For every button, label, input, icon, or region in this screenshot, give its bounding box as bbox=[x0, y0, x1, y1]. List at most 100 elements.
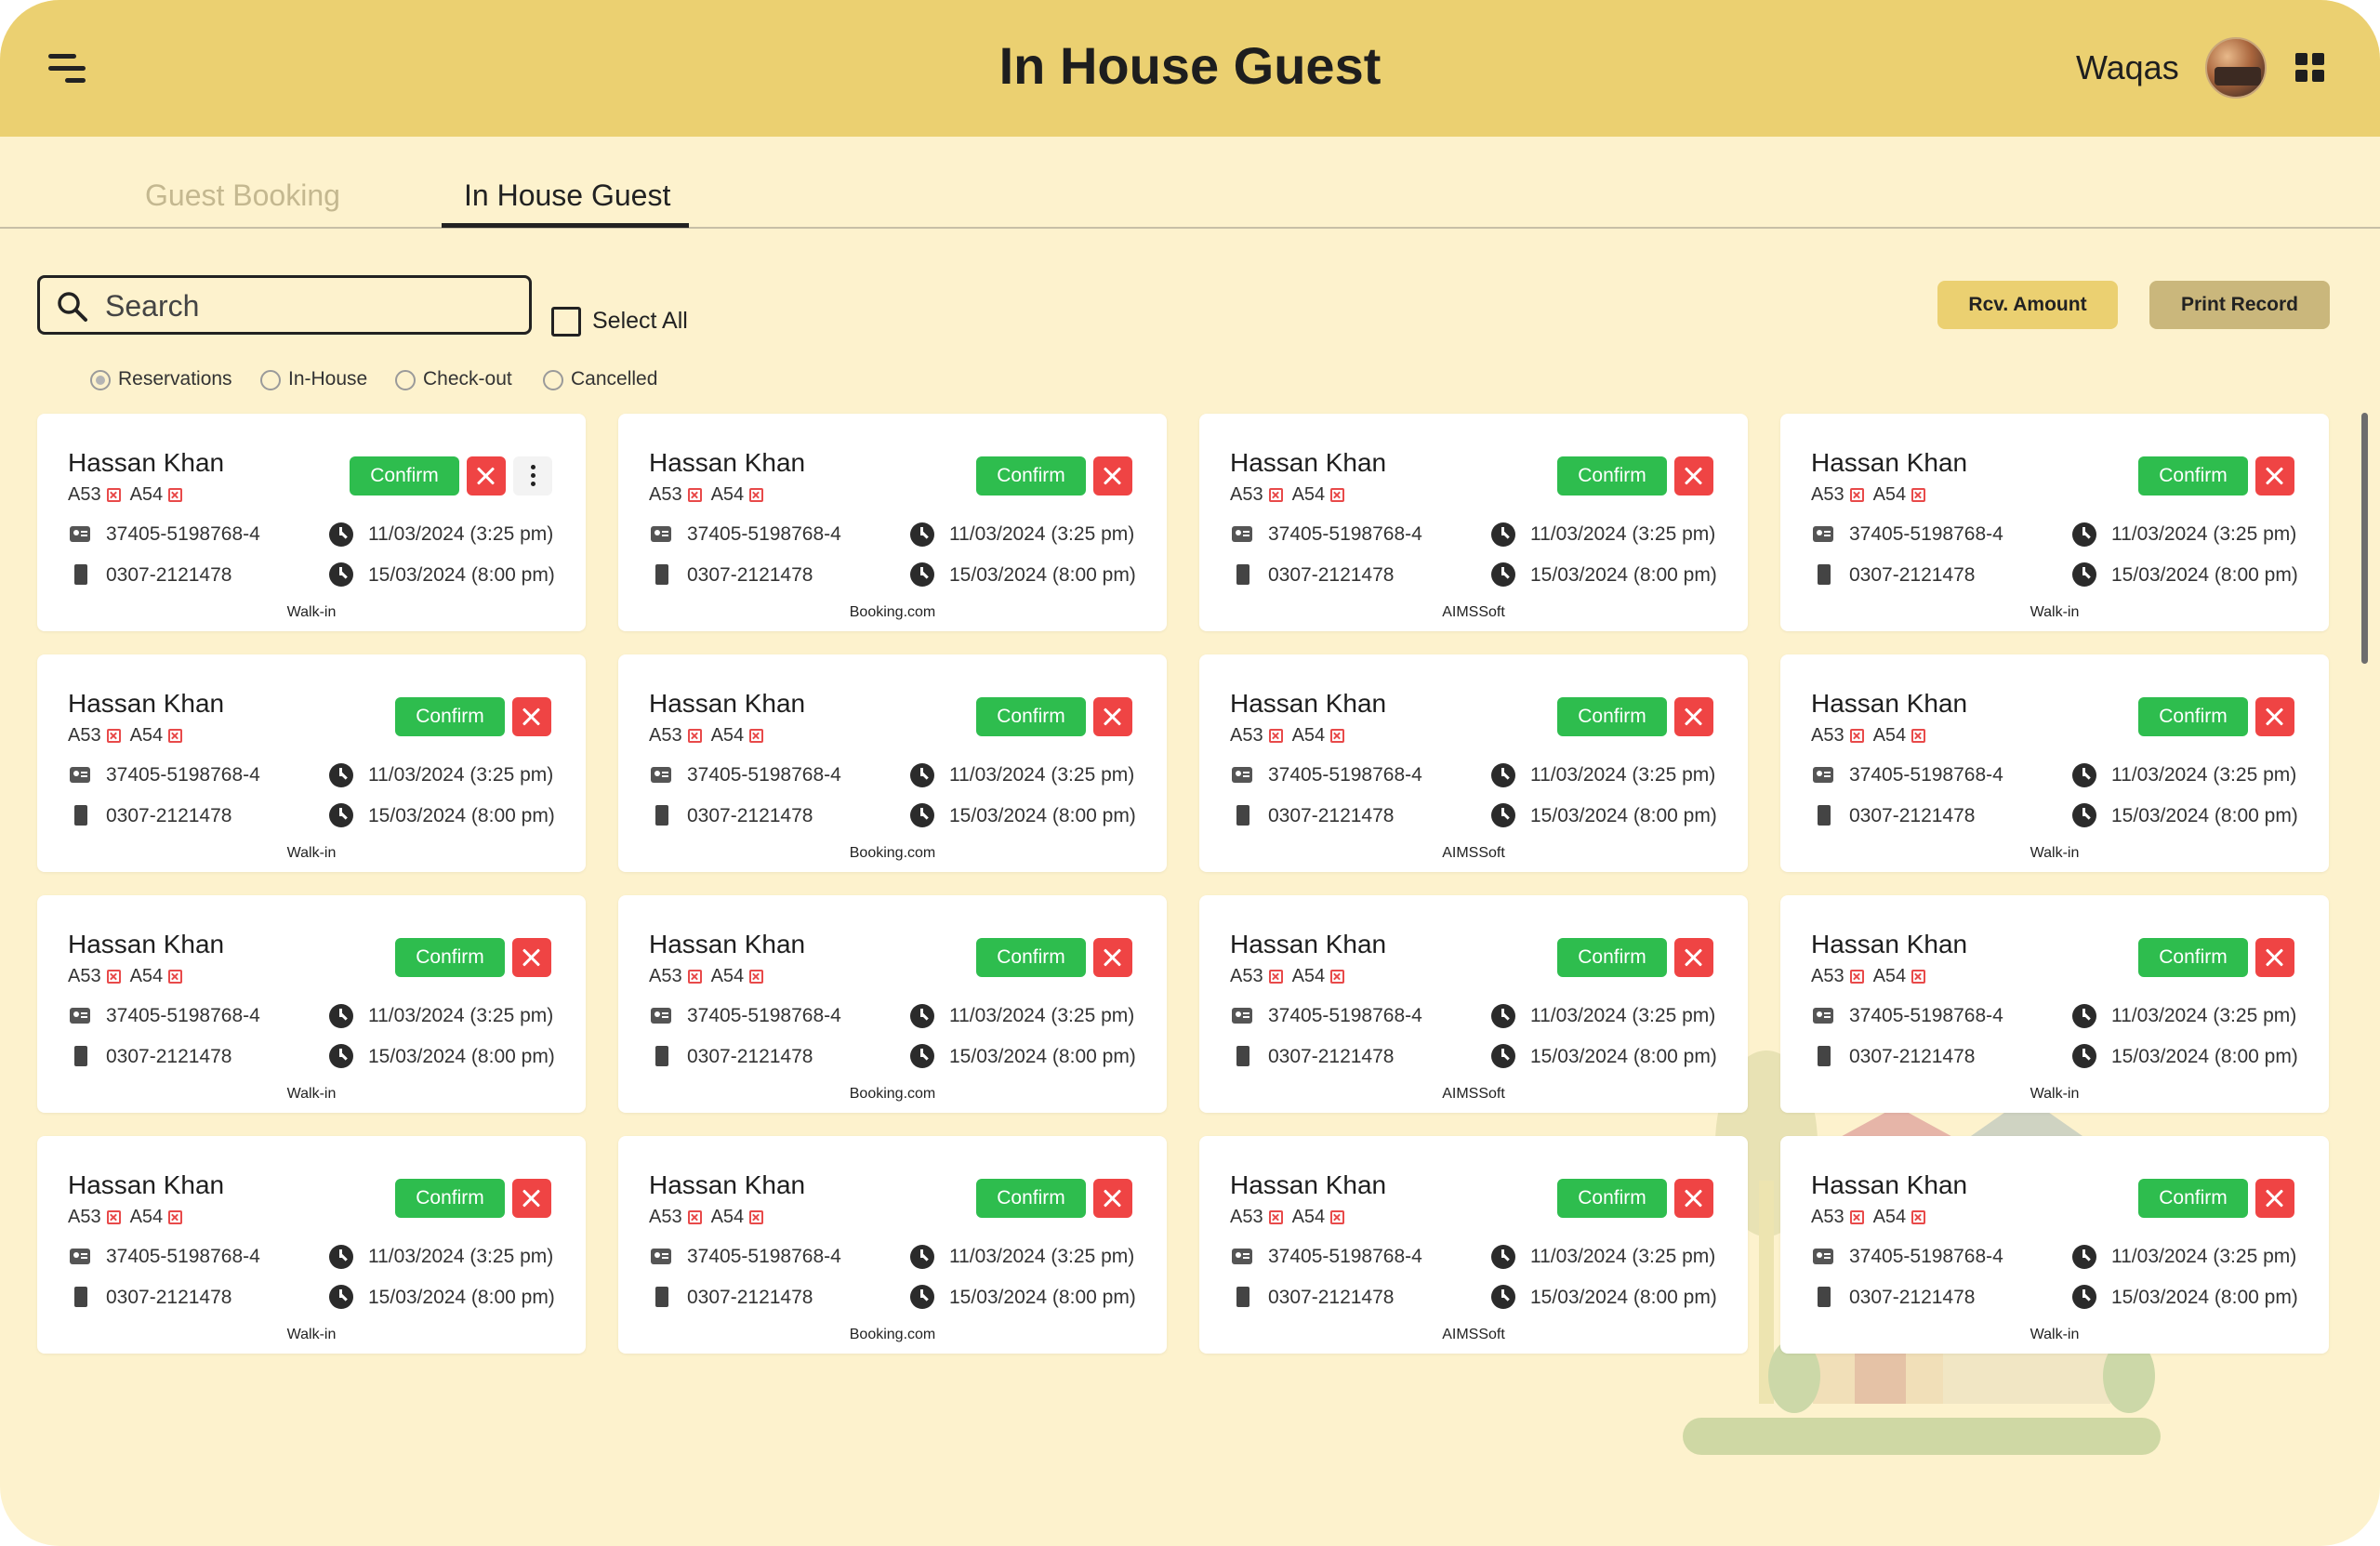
apps-grid-icon[interactable] bbox=[2295, 53, 2325, 83]
remove-room-icon[interactable] bbox=[687, 488, 702, 503]
guest-card[interactable]: Hassan Khan A53 A54 Confirm 37405-5198768-4 0… bbox=[1780, 895, 2329, 1113]
radio-button[interactable] bbox=[90, 370, 111, 390]
guest-card[interactable]: Hassan Khan A53 A54 Confirm 37405-5198768-4 0… bbox=[618, 1136, 1167, 1354]
remove-room-icon[interactable] bbox=[106, 1210, 121, 1225]
remove-room-icon[interactable] bbox=[168, 970, 183, 984]
radio-button[interactable] bbox=[543, 370, 563, 390]
confirm-button[interactable]: Confirm bbox=[395, 938, 505, 977]
guest-card[interactable]: Hassan Khan A53 A54 Confirm 37405-5198768-4 0… bbox=[618, 895, 1167, 1113]
confirm-button[interactable]: Confirm bbox=[395, 1179, 505, 1218]
guest-card[interactable]: Hassan Khan A53 A54 Confirm 37405-5198768-4 0… bbox=[1199, 1136, 1748, 1354]
guest-card[interactable]: Hassan Khan A53 A54 Confirm 37405-5198768-4 0… bbox=[37, 414, 586, 631]
remove-room-icon[interactable] bbox=[687, 1210, 702, 1225]
confirm-button[interactable]: Confirm bbox=[2138, 1179, 2248, 1218]
remove-room-icon[interactable] bbox=[1911, 488, 1926, 503]
more-options-icon[interactable] bbox=[513, 456, 552, 496]
remove-room-icon[interactable] bbox=[1849, 970, 1864, 984]
confirm-button[interactable]: Confirm bbox=[976, 456, 1086, 496]
cancel-x-icon[interactable] bbox=[1674, 938, 1713, 977]
remove-room-icon[interactable] bbox=[749, 729, 764, 744]
remove-room-icon[interactable] bbox=[1330, 970, 1345, 984]
remove-room-icon[interactable] bbox=[1849, 488, 1864, 503]
cancel-x-icon[interactable] bbox=[467, 456, 506, 496]
search-box[interactable] bbox=[37, 275, 532, 335]
guest-card[interactable]: Hassan Khan A53 A54 Confirm 37405-5198768-4 0… bbox=[1199, 414, 1748, 631]
remove-room-icon[interactable] bbox=[168, 1210, 183, 1225]
search-icon bbox=[58, 292, 87, 322]
cancel-x-icon[interactable] bbox=[2255, 1179, 2294, 1218]
select-all-checkbox[interactable] bbox=[551, 307, 581, 337]
print-record-button[interactable]: Print Record bbox=[2149, 281, 2330, 329]
confirm-button[interactable]: Confirm bbox=[1557, 456, 1667, 496]
radio-button[interactable] bbox=[395, 370, 416, 390]
remove-room-icon[interactable] bbox=[1849, 1210, 1864, 1225]
cancel-x-icon[interactable] bbox=[2255, 697, 2294, 736]
confirm-button[interactable]: Confirm bbox=[2138, 456, 2248, 496]
select-all-label[interactable]: Select All bbox=[592, 308, 688, 335]
guest-card[interactable]: Hassan Khan A53 A54 Confirm 37405-5198768-4 0… bbox=[1780, 654, 2329, 872]
guest-card[interactable]: Hassan Khan A53 A54 Confirm 37405-5198768-4 0… bbox=[37, 654, 586, 872]
guest-card[interactable]: Hassan Khan A53 A54 Confirm 37405-5198768-4 0… bbox=[37, 895, 586, 1113]
confirm-button[interactable]: Confirm bbox=[976, 938, 1086, 977]
remove-room-icon[interactable] bbox=[168, 729, 183, 744]
tab-guest-booking[interactable]: Guest Booking bbox=[145, 178, 340, 213]
confirm-button[interactable]: Confirm bbox=[350, 456, 459, 496]
cancel-x-icon[interactable] bbox=[512, 697, 551, 736]
confirm-button[interactable]: Confirm bbox=[1557, 1179, 1667, 1218]
cancel-x-icon[interactable] bbox=[512, 1179, 551, 1218]
guest-card[interactable]: Hassan Khan A53 A54 Confirm 37405-5198768-4 0… bbox=[1780, 1136, 2329, 1354]
remove-room-icon[interactable] bbox=[749, 488, 764, 503]
remove-room-icon[interactable] bbox=[1911, 970, 1926, 984]
cancel-x-icon[interactable] bbox=[1093, 456, 1132, 496]
cancel-x-icon[interactable] bbox=[1674, 1179, 1713, 1218]
remove-room-icon[interactable] bbox=[106, 488, 121, 503]
avatar[interactable] bbox=[2205, 37, 2267, 99]
guest-card[interactable]: Hassan Khan A53 A54 Confirm 37405-5198768-4 0… bbox=[1780, 414, 2329, 631]
room-list: A53 A54 bbox=[649, 966, 773, 986]
remove-room-icon[interactable] bbox=[1330, 729, 1345, 744]
hamburger-menu-icon[interactable] bbox=[48, 54, 86, 84]
guest-card[interactable]: Hassan Khan A53 A54 Confirm 37405-5198768-4 0… bbox=[37, 1136, 586, 1354]
cancel-x-icon[interactable] bbox=[1093, 938, 1132, 977]
remove-room-icon[interactable] bbox=[1849, 729, 1864, 744]
remove-room-icon[interactable] bbox=[1268, 1210, 1283, 1225]
radio-button[interactable] bbox=[260, 370, 281, 390]
rcv-amount-button[interactable]: Rcv. Amount bbox=[1937, 281, 2118, 329]
confirm-button[interactable]: Confirm bbox=[2138, 697, 2248, 736]
cancel-x-icon[interactable] bbox=[512, 938, 551, 977]
remove-room-icon[interactable] bbox=[1268, 970, 1283, 984]
cancel-x-icon[interactable] bbox=[2255, 938, 2294, 977]
remove-room-icon[interactable] bbox=[106, 729, 121, 744]
guest-card[interactable]: Hassan Khan A53 A54 Confirm 37405-5198768-4 0… bbox=[618, 414, 1167, 631]
confirm-button[interactable]: Confirm bbox=[395, 697, 505, 736]
remove-room-icon[interactable] bbox=[749, 1210, 764, 1225]
cancel-x-icon[interactable] bbox=[1093, 1179, 1132, 1218]
guest-card[interactable]: Hassan Khan A53 A54 Confirm 37405-5198768-4 0… bbox=[1199, 654, 1748, 872]
search-input[interactable] bbox=[105, 287, 514, 324]
cancel-x-icon[interactable] bbox=[1093, 697, 1132, 736]
remove-room-icon[interactable] bbox=[106, 970, 121, 984]
cancel-x-icon[interactable] bbox=[1674, 456, 1713, 496]
remove-room-icon[interactable] bbox=[1330, 1210, 1345, 1225]
remove-room-icon[interactable] bbox=[1911, 729, 1926, 744]
remove-room-icon[interactable] bbox=[168, 488, 183, 503]
guest-card[interactable]: Hassan Khan A53 A54 Confirm 37405-5198768-4 0… bbox=[1199, 895, 1748, 1113]
remove-room-icon[interactable] bbox=[1268, 488, 1283, 503]
confirm-button[interactable]: Confirm bbox=[976, 697, 1086, 736]
remove-room-icon[interactable] bbox=[1330, 488, 1345, 503]
guest-card[interactable]: Hassan Khan A53 A54 Confirm 37405-5198768-4 0… bbox=[618, 654, 1167, 872]
remove-room-icon[interactable] bbox=[749, 970, 764, 984]
cancel-x-icon[interactable] bbox=[1674, 697, 1713, 736]
tab-in-house-guest[interactable]: In House Guest bbox=[464, 178, 670, 213]
remove-room-icon[interactable] bbox=[1268, 729, 1283, 744]
scrollbar[interactable] bbox=[2361, 413, 2368, 664]
confirm-button[interactable]: Confirm bbox=[1557, 938, 1667, 977]
confirm-button[interactable]: Confirm bbox=[2138, 938, 2248, 977]
remove-room-icon[interactable] bbox=[687, 729, 702, 744]
user-name[interactable]: Waqas bbox=[2076, 48, 2179, 87]
confirm-button[interactable]: Confirm bbox=[1557, 697, 1667, 736]
cancel-x-icon[interactable] bbox=[2255, 456, 2294, 496]
remove-room-icon[interactable] bbox=[1911, 1210, 1926, 1225]
confirm-button[interactable]: Confirm bbox=[976, 1179, 1086, 1218]
remove-room-icon[interactable] bbox=[687, 970, 702, 984]
